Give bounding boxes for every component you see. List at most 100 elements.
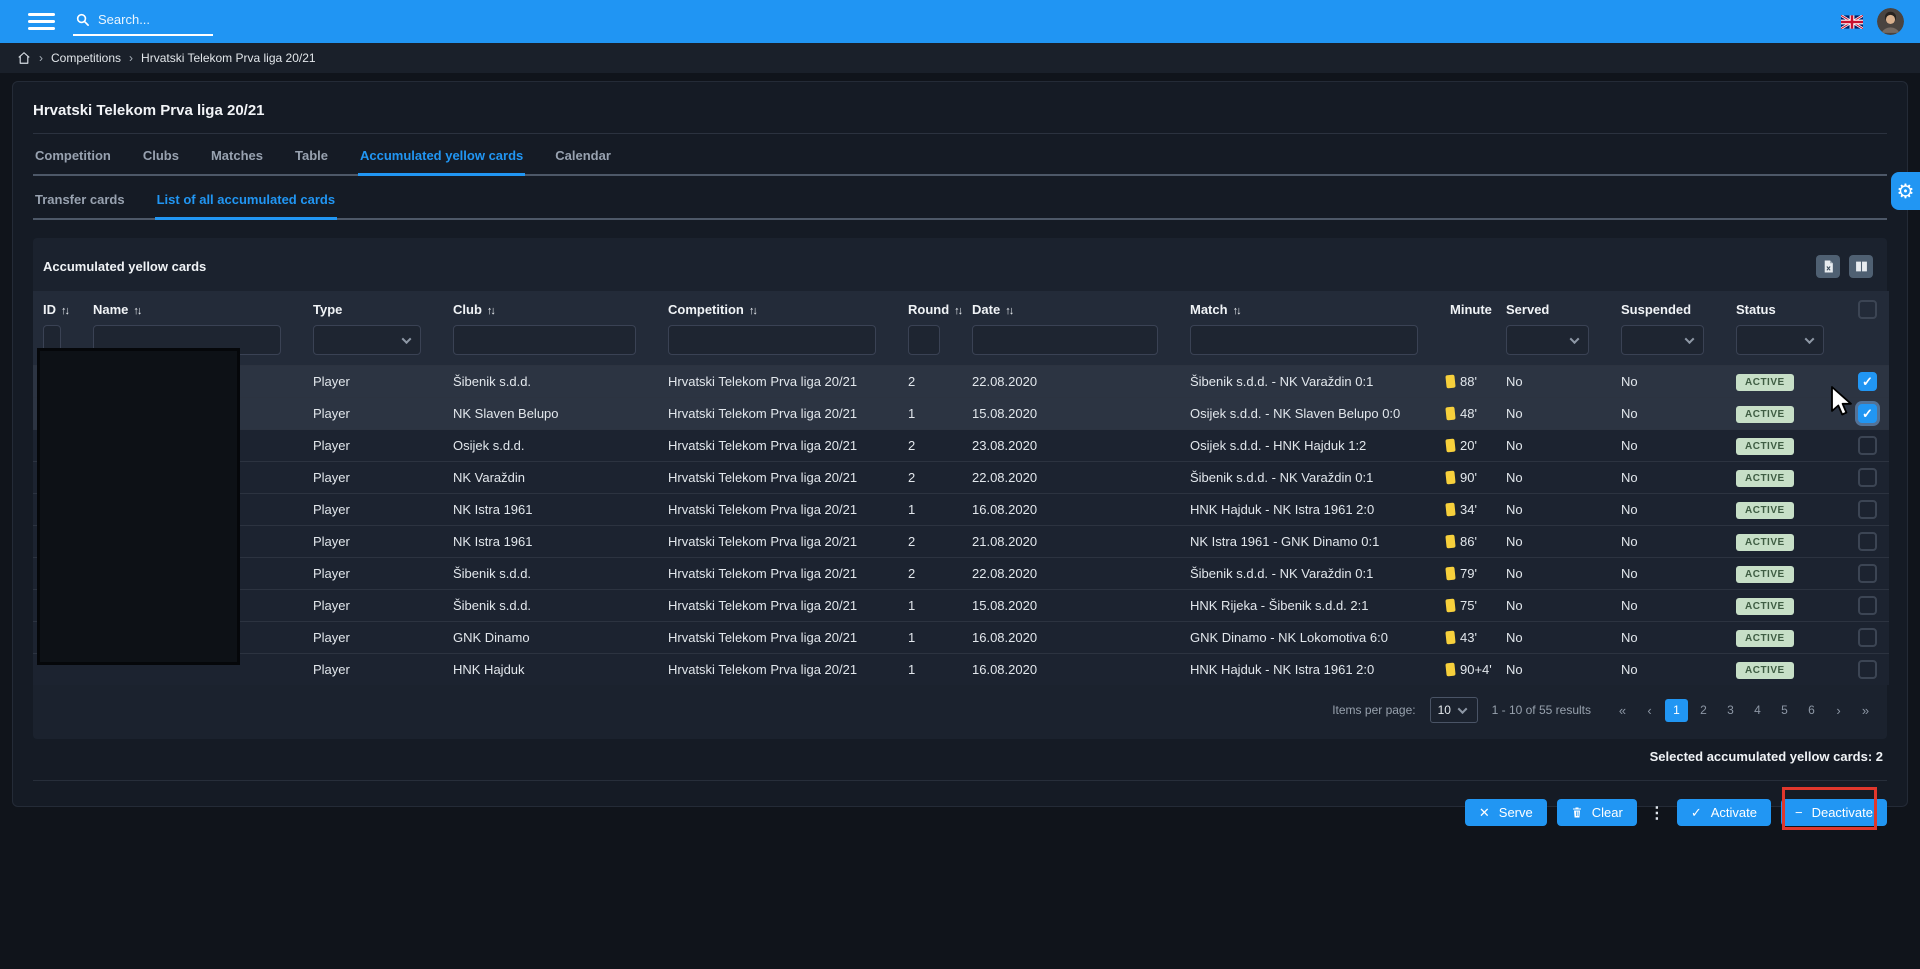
- deactivate-button[interactable]: − Deactivate: [1781, 799, 1887, 826]
- next-page-button[interactable]: ›: [1827, 699, 1850, 722]
- breadcrumb-current: Hrvatski Telekom Prva liga 20/21: [141, 51, 316, 65]
- tab-calendar[interactable]: Calendar: [553, 136, 613, 176]
- row-checkbox[interactable]: [1858, 468, 1877, 487]
- table-row[interactable]: Player Šibenik s.d.d. Hrvatski Telekom P…: [33, 590, 1889, 622]
- page-button[interactable]: 6: [1800, 699, 1823, 722]
- filter-date-input[interactable]: [972, 325, 1158, 355]
- page-button[interactable]: 5: [1773, 699, 1796, 722]
- cell-minute: 48': [1440, 398, 1496, 430]
- column-header-match[interactable]: Match↑↓: [1180, 291, 1440, 321]
- cell-status: ACTIVE: [1726, 366, 1846, 398]
- filter-suspended-select[interactable]: [1621, 325, 1704, 355]
- export-file-button[interactable]: [1816, 255, 1840, 278]
- cell-club: Osijek s.d.d.: [443, 430, 658, 462]
- status-badge: ACTIVE: [1736, 630, 1794, 647]
- row-checkbox[interactable]: [1858, 500, 1877, 519]
- row-checkbox[interactable]: [1858, 532, 1877, 551]
- breadcrumb-competitions[interactable]: Competitions: [51, 51, 121, 65]
- filter-competition-input[interactable]: [668, 325, 876, 355]
- sort-icon[interactable]: ↑↓: [133, 305, 140, 317]
- page-button[interactable]: 2: [1692, 699, 1715, 722]
- row-checkbox[interactable]: [1858, 660, 1877, 679]
- table-row[interactable]: Player Šibenik s.d.d. Hrvatski Telekom P…: [33, 366, 1889, 398]
- menu-icon[interactable]: [28, 13, 55, 30]
- row-checkbox[interactable]: [1858, 564, 1877, 583]
- sort-icon[interactable]: ↑↓: [1005, 305, 1012, 317]
- cell-minute: 90+4': [1440, 654, 1496, 686]
- row-checkbox[interactable]: [1858, 436, 1877, 455]
- cell-served: No: [1496, 654, 1611, 686]
- cell-club: NK Slaven Belupo: [443, 398, 658, 430]
- table-row[interactable]: Player HNK Hajduk Hrvatski Telekom Prva …: [33, 654, 1889, 686]
- table-row[interactable]: Player NK Istra 1961 Hrvatski Telekom Pr…: [33, 494, 1889, 526]
- activate-button[interactable]: ✓ Activate: [1677, 799, 1771, 826]
- tab-clubs[interactable]: Clubs: [141, 136, 181, 176]
- cell-status: ACTIVE: [1726, 654, 1846, 686]
- user-avatar[interactable]: [1877, 8, 1904, 35]
- subtab-list-of-all-accumulated-cards[interactable]: List of all accumulated cards: [155, 182, 337, 220]
- column-header-name[interactable]: Name↑↓: [83, 291, 303, 321]
- row-checkbox[interactable]: ✓: [1858, 372, 1877, 391]
- filter-round-input[interactable]: [908, 325, 940, 355]
- items-per-page-select[interactable]: 10: [1430, 697, 1478, 723]
- row-checkbox[interactable]: [1858, 596, 1877, 615]
- subtab-transfer-cards[interactable]: Transfer cards: [33, 182, 127, 220]
- column-header-date[interactable]: Date↑↓: [962, 291, 1180, 321]
- column-header-club[interactable]: Club↑↓: [443, 291, 658, 321]
- filter-type-select[interactable]: [313, 325, 421, 355]
- previous-page-button[interactable]: ‹: [1638, 699, 1661, 722]
- row-checkbox[interactable]: [1858, 628, 1877, 647]
- filter-served-select[interactable]: [1506, 325, 1589, 355]
- chevron-down-icon: [402, 334, 412, 344]
- home-icon[interactable]: [17, 51, 31, 65]
- tab-table[interactable]: Table: [293, 136, 330, 176]
- page-button[interactable]: 4: [1746, 699, 1769, 722]
- status-badge: ACTIVE: [1736, 470, 1794, 487]
- more-options-icon[interactable]: ⋮: [1647, 803, 1667, 823]
- column-header-competition[interactable]: Competition↑↓: [658, 291, 898, 321]
- sort-icon[interactable]: ↑↓: [1233, 305, 1240, 317]
- cell-club: Šibenik s.d.d.: [443, 366, 658, 398]
- tab-accumulated-yellow-cards[interactable]: Accumulated yellow cards: [358, 136, 525, 176]
- table-row[interactable]: Player NK Varaždin Hrvatski Telekom Prva…: [33, 462, 1889, 494]
- sort-icon[interactable]: ↑↓: [61, 305, 68, 317]
- row-checkbox[interactable]: ✓: [1858, 404, 1877, 423]
- tab-competition[interactable]: Competition: [33, 136, 113, 176]
- table-row[interactable]: Player Osijek s.d.d. Hrvatski Telekom Pr…: [33, 430, 1889, 462]
- page-button[interactable]: 3: [1719, 699, 1742, 722]
- yellow-card-icon: [1445, 599, 1455, 613]
- columns-button[interactable]: [1849, 255, 1873, 278]
- first-page-button[interactable]: «: [1611, 699, 1634, 722]
- tab-matches[interactable]: Matches: [209, 136, 265, 176]
- table-row[interactable]: Player NK Slaven Belupo Hrvatski Telekom…: [33, 398, 1889, 430]
- sort-icon[interactable]: ↑↓: [749, 305, 756, 317]
- cell-served: No: [1496, 398, 1611, 430]
- cell-match: Šibenik s.d.d. - NK Varaždin 0:1: [1180, 462, 1440, 494]
- table-row[interactable]: Player NK Istra 1961 Hrvatski Telekom Pr…: [33, 526, 1889, 558]
- cell-date: 15.08.2020: [962, 590, 1180, 622]
- sort-icon[interactable]: ↑↓: [487, 305, 494, 317]
- serve-button[interactable]: ✕ Serve: [1465, 799, 1547, 826]
- page-button[interactable]: 1: [1665, 699, 1688, 722]
- select-all-checkbox[interactable]: [1858, 300, 1877, 319]
- search-input[interactable]: Search...: [73, 8, 213, 36]
- table-row[interactable]: Player Šibenik s.d.d. Hrvatski Telekom P…: [33, 558, 1889, 590]
- cell-type: Player: [303, 462, 443, 494]
- column-header-id[interactable]: ID↑↓: [33, 291, 83, 321]
- clear-button[interactable]: Clear: [1557, 799, 1637, 826]
- filter-club-input[interactable]: [453, 325, 636, 355]
- competition-card: Hrvatski Telekom Prva liga 20/21 Competi…: [12, 81, 1908, 807]
- last-page-button[interactable]: »: [1854, 699, 1877, 722]
- cell-club: NK Istra 1961: [443, 494, 658, 526]
- table-row[interactable]: Player GNK Dinamo Hrvatski Telekom Prva …: [33, 622, 1889, 654]
- filter-status-select[interactable]: [1736, 325, 1824, 355]
- column-header-round[interactable]: Round↑↓: [898, 291, 962, 321]
- cell-round: 2: [898, 366, 962, 398]
- filter-match-input[interactable]: [1190, 325, 1418, 355]
- language-flag-icon[interactable]: [1841, 15, 1863, 29]
- page-title: Hrvatski Telekom Prva liga 20/21: [33, 94, 1887, 133]
- sort-icon[interactable]: ↑↓: [954, 305, 961, 317]
- cell-minute: 90': [1440, 462, 1496, 494]
- status-badge: ACTIVE: [1736, 662, 1794, 679]
- settings-button[interactable]: ⚙: [1891, 172, 1920, 210]
